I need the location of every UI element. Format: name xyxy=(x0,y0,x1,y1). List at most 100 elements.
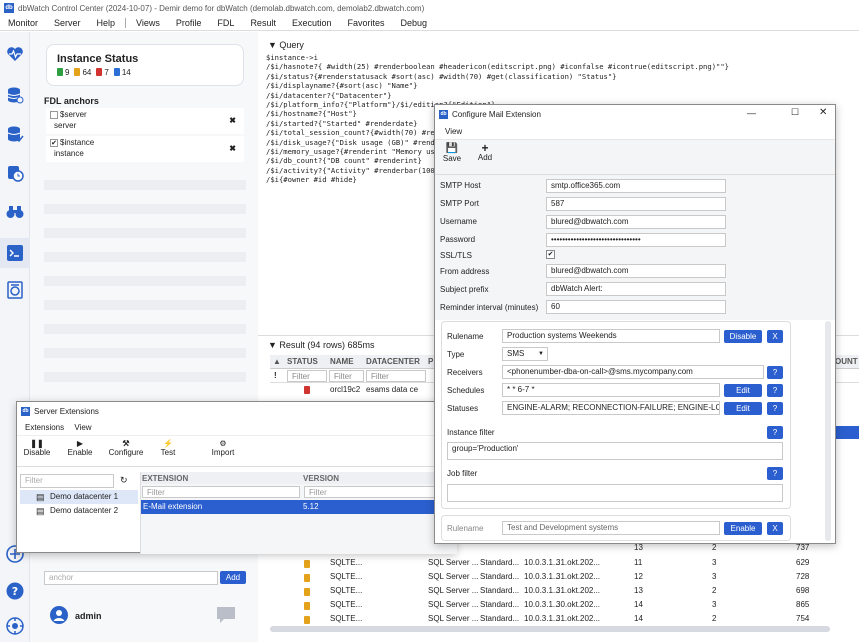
enable-button[interactable]: ▶ Enable xyxy=(65,439,95,457)
menu-help[interactable]: Help xyxy=(89,18,124,28)
subject-prefix-field[interactable]: dbWatch Alert: xyxy=(546,282,726,296)
col-name[interactable]: NAME xyxy=(330,357,354,366)
receivers-help-button[interactable]: ? xyxy=(767,366,783,379)
anchor-checkbox[interactable] xyxy=(50,111,58,119)
remove-anchor-icon[interactable]: ✖ xyxy=(229,116,236,125)
delete-rule-button[interactable]: X xyxy=(767,522,783,535)
database-settings-icon[interactable] xyxy=(5,85,25,105)
col-version[interactable]: VERSION xyxy=(303,474,339,483)
filter-extension[interactable]: Filter xyxy=(142,486,300,498)
menu-view[interactable]: View xyxy=(445,127,462,136)
menu-execution[interactable]: Execution xyxy=(284,18,340,28)
database-clock-icon[interactable] xyxy=(5,163,25,183)
from-address-field[interactable]: blured@dbwatch.com xyxy=(546,264,726,278)
menu-view[interactable]: View xyxy=(74,423,91,432)
col-platform[interactable]: P xyxy=(428,357,433,366)
terminal-icon[interactable] xyxy=(5,243,25,263)
result-row[interactable]: SQLTE... SQL Server ... Standard... 10.0… xyxy=(258,570,859,584)
selected-row-fragment[interactable] xyxy=(836,426,859,439)
disable-rule-button[interactable]: Disable xyxy=(724,330,762,343)
enable-rule-button[interactable]: Enable xyxy=(724,522,762,535)
filter-name[interactable]: Filter xyxy=(329,370,364,382)
collapse-icon[interactable]: ▼ xyxy=(268,340,279,350)
receivers-field[interactable]: <phonenumber-dba-on-call>@sms.mycompany.… xyxy=(502,365,764,379)
rulename-field[interactable]: Production systems Weekends xyxy=(502,329,720,343)
vertical-scrollbar[interactable] xyxy=(825,321,831,541)
database-check-icon[interactable] xyxy=(5,124,25,144)
edit-statuses-button[interactable]: Edit xyxy=(724,402,762,415)
disable-button[interactable]: ❚❚ Disable xyxy=(23,439,51,457)
col-status[interactable]: STATUS xyxy=(287,357,318,366)
query-line[interactable]: /$i/displayname?{#sort(asc) "Name"} xyxy=(266,81,856,90)
rulename-field[interactable]: Test and Development systems xyxy=(502,521,720,535)
horizontal-scrollbar[interactable] xyxy=(270,626,830,632)
ssl-tls-checkbox[interactable]: ✔ xyxy=(546,250,555,259)
menu-extensions[interactable]: Extensions xyxy=(25,423,64,432)
tree-item-selected[interactable]: ▤ Demo datacenter 1 xyxy=(20,490,138,504)
filter-datacenter[interactable]: Filter xyxy=(366,370,426,382)
query-line[interactable]: /$i/status?{#renderstatusack #sort(asc) … xyxy=(266,72,856,81)
tree-item[interactable]: ▤ Demo datacenter 2 xyxy=(20,504,138,518)
anchor-input[interactable]: anchor xyxy=(44,571,218,585)
chat-icon[interactable] xyxy=(216,606,236,626)
add-anchor-button[interactable]: Add xyxy=(220,571,246,584)
menu-debug[interactable]: Debug xyxy=(393,18,436,28)
result-header[interactable]: ▼ Result (94 rows) 685ms xyxy=(268,340,374,350)
job-filter-field[interactable] xyxy=(447,484,783,502)
schedules-field[interactable]: * * 6-7 * xyxy=(502,383,720,397)
binoculars-icon[interactable] xyxy=(5,202,25,222)
pin-icon[interactable]: ! xyxy=(274,371,277,380)
anchor-server[interactable]: $server server ✖ xyxy=(46,108,244,134)
collapse-icon[interactable]: ▼ xyxy=(268,40,279,50)
statuses-help-button[interactable]: ? xyxy=(767,402,783,415)
col-datacenter[interactable]: DATACENTER xyxy=(366,357,420,366)
anchor-checkbox[interactable]: ✔ xyxy=(50,139,58,147)
tree-filter-input[interactable]: Filter xyxy=(20,474,114,488)
query-line[interactable]: $instance->i xyxy=(266,53,856,62)
smtp-host-field[interactable]: smtp.office365.com xyxy=(546,179,726,193)
refresh-icon[interactable]: ↻ xyxy=(120,475,128,486)
filter-status[interactable]: Filter xyxy=(287,370,327,382)
test-button[interactable]: ⚡ Test xyxy=(157,439,179,457)
result-row[interactable]: SQLTE... SQL Server ... Standard... 10.0… xyxy=(258,598,859,612)
query-line[interactable]: /$i/datacenter?{"Datacenter"} xyxy=(266,91,856,100)
minimize-icon[interactable]: — xyxy=(747,108,756,118)
instance-status-card[interactable]: Instance Status 9 64 7 14 xyxy=(46,44,244,86)
query-header[interactable]: ▼ Query xyxy=(268,40,304,50)
menu-favorites[interactable]: Favorites xyxy=(339,18,392,28)
instance-filter-field[interactable]: group='Production' xyxy=(447,442,783,460)
instance-filter-help-button[interactable]: ? xyxy=(767,426,783,439)
edit-schedules-button[interactable]: Edit xyxy=(724,384,762,397)
network-icon[interactable] xyxy=(5,616,25,636)
job-filter-help-button[interactable]: ? xyxy=(767,467,783,480)
remove-anchor-icon[interactable]: ✖ xyxy=(229,144,236,153)
type-select[interactable]: SMS ▼ xyxy=(502,347,548,361)
delete-rule-button[interactable]: X xyxy=(767,330,783,343)
add-button[interactable]: + Add xyxy=(475,142,495,162)
password-field[interactable]: •••••••••••••••••••••••••••••••• xyxy=(546,233,726,247)
report-icon[interactable] xyxy=(5,280,25,300)
anchor-instance[interactable]: ✔ $instance instance ✖ xyxy=(46,136,244,162)
menu-monitor[interactable]: Monitor xyxy=(0,18,46,28)
menu-server[interactable]: Server xyxy=(46,18,89,28)
menu-result[interactable]: Result xyxy=(242,18,284,28)
result-row[interactable]: SQLTE... SQL Server ... Standard... 10.0… xyxy=(258,584,859,598)
result-row[interactable]: SQLTE... SQL Server ... Standard... 10.0… xyxy=(258,556,859,570)
menu-profile[interactable]: Profile xyxy=(168,18,210,28)
schedules-help-button[interactable]: ? xyxy=(767,384,783,397)
user-avatar-icon[interactable] xyxy=(50,606,68,626)
close-icon[interactable]: ✕ xyxy=(819,107,827,118)
query-line[interactable]: /$i/hasnote?{ #width(25) #renderboolean … xyxy=(266,62,856,71)
sort-icon[interactable]: ▲ xyxy=(273,357,281,366)
username-field[interactable]: blured@dbwatch.com xyxy=(546,215,726,229)
extension-row-selected[interactable]: E-Mail extension 5.12 xyxy=(141,500,458,514)
heart-monitor-icon[interactable] xyxy=(5,44,25,64)
menu-views[interactable]: Views xyxy=(128,18,168,28)
col-count[interactable]: OUNT xyxy=(835,357,858,366)
maximize-icon[interactable]: ☐ xyxy=(791,107,799,118)
menu-fdl[interactable]: FDL xyxy=(209,18,242,28)
configure-button[interactable]: ⚒ Configure xyxy=(107,439,145,457)
reminder-interval-field[interactable]: 60 xyxy=(546,300,726,314)
import-button[interactable]: ⚙ Import xyxy=(207,439,239,457)
smtp-port-field[interactable]: 587 xyxy=(546,197,726,211)
